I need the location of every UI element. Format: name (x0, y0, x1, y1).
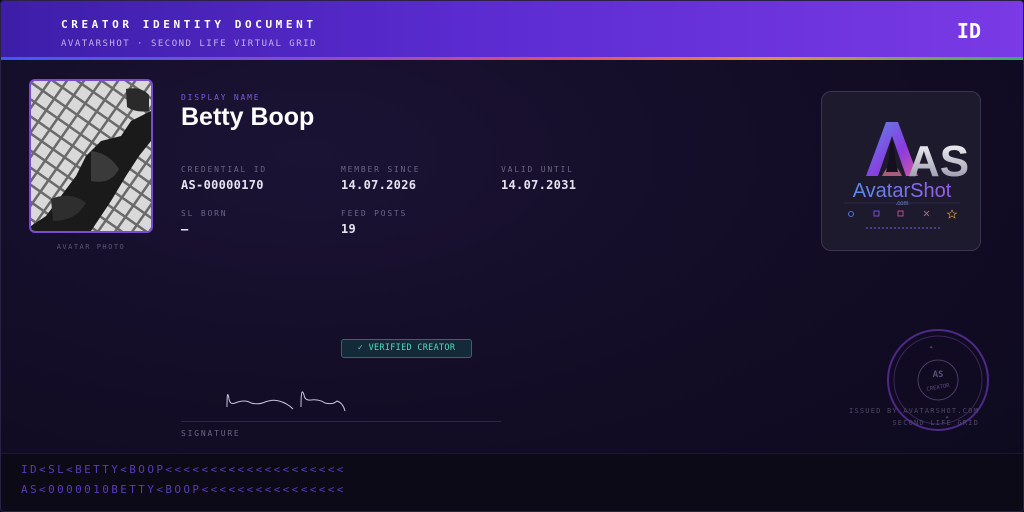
signature-label: SIGNATURE (181, 429, 241, 438)
header-gradient-line (1, 57, 1023, 60)
avatar-photo (29, 79, 153, 233)
sl-born-value: — (181, 222, 189, 236)
mrz-line-1: ID<SL<BETTY<BOOP<<<<<<<<<<<<<<<<<<<< (21, 463, 346, 476)
mrz-line-2: AS<0000010BETTY<BOOP<<<<<<<<<<<<<<<< (21, 483, 346, 496)
logo-brand: AvatarShot (853, 180, 952, 202)
document-subtitle: AVATARSHOT · SECOND LIFE VIRTUAL GRID (61, 39, 317, 49)
header-bar: CREATOR IDENTITY DOCUMENT AVATARSHOT · S… (1, 1, 1023, 57)
feed-posts-value: 19 (341, 222, 357, 236)
id-badge: ID (956, 19, 981, 43)
logo-domain: .com (895, 201, 908, 207)
valid-until-value: 14.07.2031 (501, 178, 577, 192)
feed-posts-label: FEED POSTS (341, 209, 408, 218)
display-name: Betty Boop (181, 103, 315, 131)
svg-text:✦: ✦ (929, 345, 933, 351)
avatarshot-logo: AS AvatarShot .com (821, 91, 981, 251)
display-name-label: DISPLAY NAME (181, 93, 261, 102)
seal-monogram: AS (933, 370, 944, 380)
member-since-value: 14.07.2026 (341, 178, 417, 192)
logo-icons-row (848, 209, 958, 219)
credential-id-label: CREDENTIAL ID (181, 165, 268, 174)
member-since-label: MEMBER SINCE (341, 165, 421, 174)
document-title: CREATOR IDENTITY DOCUMENT (61, 18, 317, 31)
logo-monogram: AS (908, 137, 969, 186)
verified-creator-badge: ✓ VERIFIED CREATOR (341, 339, 472, 358)
issuer-note: ISSUED BY AVATARSHOT.COM SECOND LIFE GRI… (849, 405, 979, 429)
machine-readable-zone: ID<SL<BETTY<BOOP<<<<<<<<<<<<<<<<<<<< AS<… (1, 453, 1023, 511)
identity-card: CREATOR IDENTITY DOCUMENT AVATARSHOT · S… (0, 0, 1024, 512)
valid-until-label: VALID UNTIL (501, 165, 574, 174)
avatar-photo-caption: AVATAR PHOTO (56, 243, 126, 251)
sl-born-label: SL BORN (181, 209, 228, 218)
seal-subtext: CREATOR (926, 383, 951, 393)
issuer-line-1: ISSUED BY AVATARSHOT.COM (849, 407, 979, 415)
avatar-photo-image (31, 81, 151, 231)
credential-id-value: AS-00000170 (181, 178, 264, 192)
signature-line (181, 421, 501, 422)
signature-image (226, 391, 346, 412)
issuer-line-2: SECOND LIFE GRID (892, 419, 979, 427)
